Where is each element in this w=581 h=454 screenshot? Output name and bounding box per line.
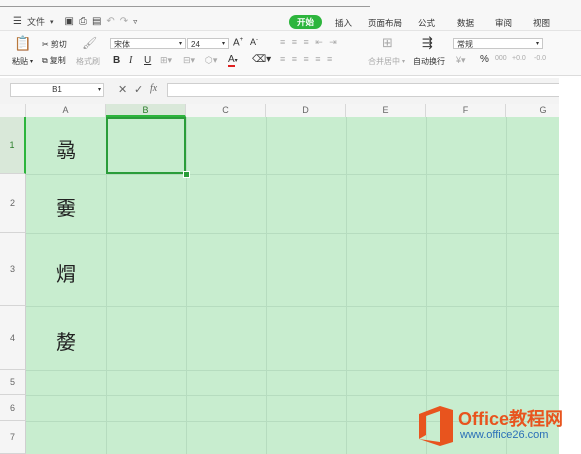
ribbon-toolbar: 📋 粘贴 ▾ ✂ 剪切 ⧉ 复制 🖌 格式刷 宋体 ▾ 24 ▾ A+ A- B I … bbox=[0, 31, 581, 76]
italic-button[interactable]: I bbox=[129, 55, 132, 66]
tab-review[interactable]: 审阅 bbox=[495, 17, 512, 29]
cell-a2[interactable]: 嫑 bbox=[26, 192, 106, 221]
row-header-5[interactable]: 5 bbox=[0, 370, 26, 395]
comma-button[interactable]: 000 bbox=[495, 55, 507, 62]
gridline bbox=[26, 306, 559, 307]
column-header-e[interactable]: E bbox=[346, 104, 426, 117]
gridline bbox=[26, 370, 559, 371]
office-logo-icon bbox=[419, 406, 453, 446]
font-size-select[interactable]: 24 ▾ bbox=[187, 38, 229, 49]
watermark-logo: Office教程网 www.office26.com bbox=[416, 403, 581, 449]
column-header-c[interactable]: C bbox=[186, 104, 266, 117]
row-header-7[interactable]: 7 bbox=[0, 421, 26, 454]
column-header-d[interactable]: D bbox=[266, 104, 346, 117]
font-color-icon[interactable]: A▾ bbox=[228, 54, 238, 67]
merge-center-icon[interactable]: ⊞ bbox=[382, 35, 393, 51]
cell-a1[interactable]: 骉 bbox=[26, 134, 106, 163]
tab-page-layout[interactable]: 页面布局 bbox=[368, 17, 402, 29]
save-icon[interactable]: ▣ bbox=[65, 16, 74, 27]
fill-color-icon[interactable]: ⬡▾ bbox=[205, 55, 217, 66]
chevron-down-icon: ▾ bbox=[535, 41, 539, 47]
customize-icon[interactable]: ▿ bbox=[133, 17, 137, 26]
strikethrough-icon[interactable]: ⊞▾ bbox=[160, 55, 172, 66]
chevron-down-icon: ▾ bbox=[97, 87, 101, 93]
decrease-decimal-button[interactable]: -0.0 bbox=[534, 55, 546, 62]
gridline bbox=[26, 395, 559, 396]
bold-button[interactable]: B bbox=[113, 55, 120, 66]
fill-handle[interactable] bbox=[183, 171, 190, 178]
watermark-url: www.office26.com bbox=[460, 429, 549, 441]
scissors-icon: ✂ bbox=[42, 40, 49, 49]
gridline bbox=[266, 117, 267, 454]
borders-icon[interactable]: ⊟▾ bbox=[183, 55, 195, 66]
wrap-text-icon[interactable]: ⇶ bbox=[422, 35, 433, 51]
underline-button[interactable]: U bbox=[144, 55, 151, 66]
chevron-down-icon: ▾ bbox=[221, 41, 225, 47]
print-icon[interactable]: ⎙ bbox=[79, 16, 87, 27]
paste-icon[interactable]: 📋 bbox=[14, 35, 31, 52]
column-header-f[interactable]: F bbox=[426, 104, 506, 117]
column-header-a[interactable]: A bbox=[26, 104, 106, 117]
cell-a4[interactable]: 嫠 bbox=[26, 326, 106, 355]
increase-decimal-button[interactable]: +0.0 bbox=[512, 55, 526, 62]
merge-center-button[interactable]: 合并居中 ▾ bbox=[368, 56, 405, 67]
font-name-value: 宋体 bbox=[114, 40, 130, 49]
font-name-select[interactable]: 宋体 ▾ bbox=[110, 38, 186, 49]
selected-cell-b1[interactable] bbox=[106, 117, 186, 174]
cancel-icon[interactable]: ✕ bbox=[118, 83, 127, 96]
row-header-6[interactable]: 6 bbox=[0, 395, 26, 421]
percent-button[interactable]: % bbox=[480, 54, 489, 65]
tab-view[interactable]: 视图 bbox=[533, 17, 550, 29]
copy-button[interactable]: ⧉ 复制 bbox=[42, 55, 66, 66]
tab-formulas[interactable]: 公式 bbox=[418, 17, 435, 29]
gridline bbox=[186, 117, 187, 454]
cut-button[interactable]: ✂ 剪切 bbox=[42, 39, 67, 50]
tab-home[interactable]: 开始 bbox=[289, 15, 323, 29]
window-edge bbox=[559, 78, 581, 454]
number-format-select[interactable]: 常规 ▾ bbox=[453, 38, 543, 49]
cell-a3[interactable]: 焨 bbox=[26, 258, 106, 287]
decrease-font-icon[interactable]: A- bbox=[250, 37, 258, 47]
font-size-value: 24 bbox=[191, 40, 200, 49]
name-box[interactable]: B1 ▾ bbox=[10, 83, 104, 97]
gridline bbox=[26, 174, 559, 175]
formula-bar: B1 ▾ ✕ ✓ fx bbox=[0, 78, 581, 105]
title-menu-bar: ☰ 文件 ▾ ▣ ⎙ ▤ ↶ ↷ ▿ 开始 插入 页面布局 公式 数据 审阅 视… bbox=[0, 0, 581, 31]
wrap-text-button[interactable]: 自动换行 bbox=[413, 56, 445, 67]
format-painter-icon[interactable]: 🖌 bbox=[82, 36, 97, 50]
undo-icon[interactable]: ↶ bbox=[106, 16, 114, 27]
formula-input[interactable] bbox=[167, 83, 581, 97]
file-menu[interactable]: 文件 bbox=[27, 15, 45, 28]
paste-button[interactable]: 粘贴 ▾ bbox=[12, 56, 33, 67]
format-painter-button[interactable]: 格式刷 bbox=[76, 56, 100, 67]
confirm-icon[interactable]: ✓ bbox=[134, 83, 143, 96]
preview-icon[interactable]: ▤ bbox=[92, 16, 101, 27]
vertical-align-icons[interactable]: ≡ ≡ ≡ ⇤ ⇥ bbox=[280, 37, 339, 48]
row-header-3[interactable]: 3 bbox=[0, 233, 26, 306]
clear-format-icon[interactable]: ⌫▾ bbox=[252, 54, 271, 65]
chevron-down-icon: ▾ bbox=[178, 41, 182, 47]
tab-data[interactable]: 数据 bbox=[457, 17, 474, 29]
tab-insert[interactable]: 插入 bbox=[335, 17, 352, 29]
number-format-value: 常规 bbox=[457, 40, 473, 49]
increase-font-icon[interactable]: A+ bbox=[233, 37, 243, 48]
currency-icon[interactable]: ¥▾ bbox=[456, 55, 466, 66]
row-header-2[interactable]: 2 bbox=[0, 174, 26, 233]
redo-icon[interactable]: ↷ bbox=[120, 16, 128, 27]
name-box-value: B1 bbox=[52, 85, 62, 94]
menu-icon[interactable]: ☰ bbox=[13, 16, 22, 27]
gridline bbox=[26, 233, 559, 234]
watermark-brand: Office教程网 bbox=[458, 409, 564, 429]
row-header-1[interactable]: 1 bbox=[0, 117, 26, 174]
select-all-corner[interactable] bbox=[0, 104, 26, 117]
gridline bbox=[346, 117, 347, 454]
horizontal-align-icons[interactable]: ≡ ≡ ≡ ≡ ≡ bbox=[280, 54, 334, 64]
copy-icon: ⧉ bbox=[42, 55, 48, 65]
chevron-down-icon[interactable]: ▾ bbox=[50, 18, 54, 26]
row-header-4[interactable]: 4 bbox=[0, 306, 26, 370]
column-header-b[interactable]: B bbox=[106, 104, 186, 117]
column-header-bar: A B C D E F G bbox=[0, 104, 581, 118]
function-icon[interactable]: fx bbox=[150, 83, 157, 94]
